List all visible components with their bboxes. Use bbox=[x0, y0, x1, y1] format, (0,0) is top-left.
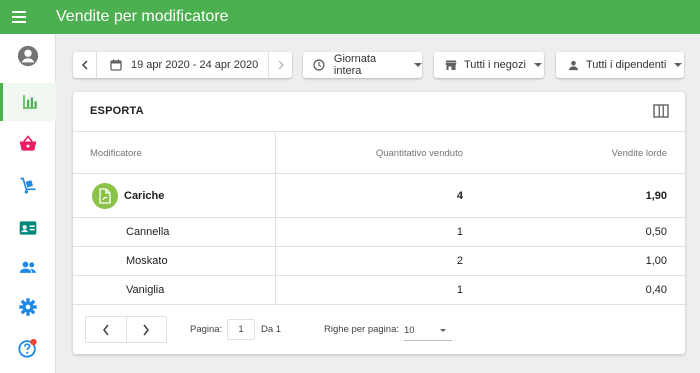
prev-period-button[interactable] bbox=[73, 52, 97, 78]
modifiers-table: Modificatore Quantitativo venduto Vendit… bbox=[73, 133, 685, 305]
menu-icon[interactable] bbox=[12, 0, 40, 34]
page-label: Pagina: bbox=[190, 324, 223, 335]
group-gross: 1,90 bbox=[645, 189, 667, 202]
date-range-label: 19 apr 2020 - 24 apr 2020 bbox=[131, 59, 259, 71]
table-header-row: Modificatore Quantitativo venduto Vendit… bbox=[73, 133, 685, 174]
row-gross: 0,40 bbox=[645, 284, 667, 296]
group-name: Cariche bbox=[124, 189, 165, 202]
card-header: ESPORTA bbox=[73, 92, 685, 132]
table-group-row[interactable]: Cariche 4 1,90 bbox=[73, 174, 685, 218]
column-header-modifier[interactable]: Modificatore bbox=[73, 133, 276, 173]
reports-icon bbox=[22, 95, 37, 109]
pagination: Pagina: 1 Da 1 Righe per pagina: 10 bbox=[73, 306, 685, 354]
columns-icon[interactable] bbox=[653, 104, 669, 123]
row-qty: 1 bbox=[456, 226, 463, 238]
row-modifier: Moskato bbox=[73, 247, 276, 275]
employees-filter[interactable]: Tutti i dipendenti bbox=[556, 52, 684, 78]
sidebar-item-help[interactable] bbox=[0, 329, 56, 367]
chevron-down-icon bbox=[440, 329, 446, 332]
prev-page-button[interactable] bbox=[86, 317, 126, 342]
row-gross: 0,50 bbox=[645, 226, 667, 238]
settings-icon bbox=[19, 298, 37, 316]
chevron-down-icon bbox=[414, 63, 422, 67]
table-row: Cannella 1 0,50 bbox=[73, 218, 685, 247]
help-icon bbox=[18, 338, 37, 358]
stores-filter[interactable]: Tutti i negozi bbox=[434, 52, 544, 78]
page-nav bbox=[85, 316, 167, 343]
table-row: Vaniglia 1 0,40 bbox=[73, 276, 685, 305]
row-modifier: Cannella bbox=[73, 218, 276, 246]
chevron-down-icon bbox=[533, 63, 542, 67]
person-icon bbox=[568, 60, 579, 70]
chevron-right-icon bbox=[143, 324, 150, 335]
table-row: Moskato 2 1,00 bbox=[73, 247, 685, 276]
time-filter[interactable]: Giornata intera bbox=[303, 52, 422, 78]
sidebar-item-employees[interactable] bbox=[0, 248, 56, 286]
chevron-left-icon bbox=[103, 324, 109, 335]
account-icon bbox=[17, 45, 39, 67]
chevron-left-icon bbox=[81, 60, 88, 70]
row-qty: 2 bbox=[456, 255, 463, 267]
sidebar-item-account[interactable] bbox=[0, 37, 56, 75]
hand-truck-icon bbox=[20, 177, 36, 194]
sidebar-item-items[interactable] bbox=[0, 125, 56, 163]
time-filter-label: Giornata intera bbox=[333, 53, 377, 77]
employees-icon bbox=[19, 261, 36, 273]
page-count: Da 1 bbox=[261, 324, 282, 335]
export-button[interactable]: ESPORTA bbox=[90, 105, 144, 117]
top-app-bar: Vendite per modificatore bbox=[0, 0, 700, 34]
sidebar-item-settings[interactable] bbox=[0, 288, 56, 326]
group-qty: 4 bbox=[456, 189, 463, 202]
store-icon bbox=[445, 60, 457, 70]
chevron-down-icon bbox=[674, 63, 683, 67]
report-card: ESPORTA Modificatore Quantitativo vendut… bbox=[73, 92, 685, 354]
chevron-right-icon bbox=[277, 60, 284, 70]
rows-per-page-value: 10 bbox=[404, 324, 415, 336]
calendar-icon bbox=[110, 59, 122, 71]
page-title: Vendite per modificatore bbox=[56, 8, 229, 25]
row-gross: 1,00 bbox=[645, 255, 667, 267]
date-range-filter: 19 apr 2020 - 24 apr 2020 bbox=[73, 52, 292, 78]
page-input[interactable]: 1 bbox=[227, 319, 255, 340]
next-period-button[interactable] bbox=[268, 52, 292, 78]
file-icon bbox=[92, 182, 118, 209]
row-modifier: Vaniglia bbox=[73, 276, 276, 304]
sidebar bbox=[0, 34, 56, 373]
contact-card-icon bbox=[19, 221, 37, 235]
basket-icon bbox=[19, 135, 37, 151]
sidebar-item-reports[interactable] bbox=[0, 83, 56, 121]
employees-filter-label: Tutti i dipendenti bbox=[586, 59, 667, 71]
next-page-button[interactable] bbox=[125, 317, 166, 342]
rows-per-page-select[interactable]: 10 bbox=[404, 320, 452, 341]
date-range-picker[interactable]: 19 apr 2020 - 24 apr 2020 bbox=[97, 52, 268, 78]
rows-per-page-label: Righe per pagina: bbox=[324, 324, 399, 335]
clock-icon bbox=[313, 59, 325, 71]
row-qty: 1 bbox=[456, 284, 463, 296]
column-header-quantity[interactable]: Quantitativo venduto bbox=[276, 133, 463, 173]
sidebar-item-inventory[interactable] bbox=[0, 167, 56, 205]
stores-filter-label: Tutti i negozi bbox=[464, 59, 526, 71]
sidebar-item-customers[interactable] bbox=[0, 209, 56, 247]
column-header-gross-sales[interactable]: Vendite lorde bbox=[463, 133, 667, 173]
